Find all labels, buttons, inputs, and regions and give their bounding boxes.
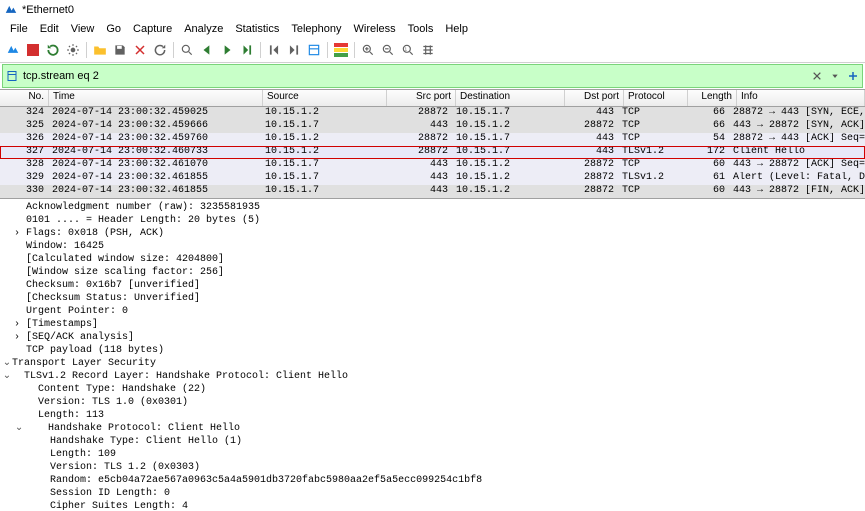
- go-forward-button[interactable]: [218, 41, 236, 59]
- caret-down-icon: ⌄: [14, 422, 24, 435]
- menu-view[interactable]: View: [65, 21, 101, 37]
- auto-scroll-button[interactable]: [305, 41, 323, 59]
- zoom-in-button[interactable]: [359, 41, 377, 59]
- zoom-reset-button[interactable]: 1: [399, 41, 417, 59]
- svg-text:1: 1: [405, 47, 408, 52]
- detail-random[interactable]: Random: e5cb04a72ae567a0963c5a4a5901db37…: [0, 474, 865, 487]
- colorize-button[interactable]: [332, 41, 350, 59]
- detail-len109[interactable]: Length: 109: [0, 448, 865, 461]
- go-to-packet-button[interactable]: [238, 41, 256, 59]
- resize-columns-button[interactable]: [419, 41, 437, 59]
- menubar: File Edit View Go Capture Analyze Statis…: [0, 20, 865, 38]
- menu-telephony[interactable]: Telephony: [285, 21, 347, 37]
- main-toolbar: 1: [0, 38, 865, 63]
- menu-wireless[interactable]: Wireless: [348, 21, 402, 37]
- capture-options-button[interactable]: [64, 41, 82, 59]
- detail-cslen[interactable]: Cipher Suites Length: 4: [0, 500, 865, 511]
- detail-urgent[interactable]: Urgent Pointer: 0: [0, 305, 865, 318]
- detail-hdr-len[interactable]: 0101 .... = Header Length: 20 bytes (5): [0, 214, 865, 227]
- detail-seqack[interactable]: › [SEQ/ACK analysis]: [0, 331, 865, 344]
- packet-list-body[interactable]: 3242024-07-14 23:00:32.45902510.15.1.228…: [0, 107, 865, 198]
- go-first-button[interactable]: [265, 41, 283, 59]
- packet-row[interactable]: 3252024-07-14 23:00:32.45966610.15.1.744…: [0, 120, 865, 133]
- detail-sid[interactable]: Session ID Length: 0: [0, 487, 865, 500]
- filter-dropdown-button[interactable]: [826, 72, 844, 80]
- column-time[interactable]: Time: [49, 90, 263, 106]
- menu-analyze[interactable]: Analyze: [178, 21, 229, 37]
- detail-checksum[interactable]: Checksum: 0x16b7 [unverified]: [0, 279, 865, 292]
- column-srcport[interactable]: Src port: [387, 90, 456, 106]
- packet-row[interactable]: 3302024-07-14 23:00:32.46185510.15.1.744…: [0, 185, 865, 198]
- column-protocol[interactable]: Protocol: [624, 90, 688, 106]
- display-filter-input[interactable]: [21, 70, 808, 82]
- reload-file-button[interactable]: [151, 41, 169, 59]
- menu-help[interactable]: Help: [439, 21, 474, 37]
- packet-row[interactable]: 3272024-07-14 23:00:32.46073310.15.1.228…: [0, 146, 865, 159]
- packet-details-pane[interactable]: Acknowledgment number (raw): 3235581935 …: [0, 198, 865, 511]
- clear-filter-button[interactable]: [808, 71, 826, 81]
- packet-list-header: No. Time Source Src port Destination Dst…: [0, 90, 865, 107]
- add-filter-button[interactable]: [844, 70, 862, 82]
- go-back-button[interactable]: [198, 41, 216, 59]
- detail-tls[interactable]: ⌄Transport Layer Security: [0, 357, 865, 370]
- menu-file[interactable]: File: [4, 21, 34, 37]
- column-dest[interactable]: Destination: [456, 90, 565, 106]
- detail-flags[interactable]: › Flags: 0x018 (PSH, ACK): [0, 227, 865, 240]
- detail-cksum-st[interactable]: [Checksum Status: Unverified]: [0, 292, 865, 305]
- detail-win-scale[interactable]: [Window size scaling factor: 256]: [0, 266, 865, 279]
- packet-row[interactable]: 3282024-07-14 23:00:32.46107010.15.1.744…: [0, 159, 865, 172]
- detail-len113[interactable]: Length: 113: [0, 409, 865, 422]
- display-filter-bar: [2, 64, 863, 88]
- menu-statistics[interactable]: Statistics: [229, 21, 285, 37]
- column-no[interactable]: No.: [0, 90, 49, 106]
- app-icon: [4, 3, 22, 17]
- detail-hproto[interactable]: ⌄ Handshake Protocol: Client Hello: [0, 422, 865, 435]
- window-title: *Ethernet0: [22, 4, 74, 16]
- window-titlebar: *Ethernet0: [0, 0, 865, 20]
- column-info[interactable]: Info: [737, 90, 865, 106]
- packet-list-pane: No. Time Source Src port Destination Dst…: [0, 89, 865, 198]
- detail-ctype[interactable]: Content Type: Handshake (22): [0, 383, 865, 396]
- detail-ver12[interactable]: Version: TLS 1.2 (0x0303): [0, 461, 865, 474]
- caret-down-icon: ⌄: [2, 357, 12, 370]
- caret-down-icon: ⌄: [2, 370, 12, 383]
- menu-tools[interactable]: Tools: [402, 21, 440, 37]
- zoom-out-button[interactable]: [379, 41, 397, 59]
- save-file-button[interactable]: [111, 41, 129, 59]
- detail-calc-win[interactable]: [Calculated window size: 4204800]: [0, 253, 865, 266]
- go-last-button[interactable]: [285, 41, 303, 59]
- find-packet-button[interactable]: [178, 41, 196, 59]
- detail-ack-raw[interactable]: Acknowledgment number (raw): 3235581935: [0, 201, 865, 214]
- detail-payload[interactable]: TCP payload (118 bytes): [0, 344, 865, 357]
- detail-record[interactable]: ⌄ TLSv1.2 Record Layer: Handshake Protoc…: [0, 370, 865, 383]
- column-source[interactable]: Source: [263, 90, 387, 106]
- detail-window[interactable]: Window: 16425: [0, 240, 865, 253]
- close-file-button[interactable]: [131, 41, 149, 59]
- start-capture-button[interactable]: [4, 41, 22, 59]
- menu-capture[interactable]: Capture: [127, 21, 178, 37]
- detail-htype[interactable]: Handshake Type: Client Hello (1): [0, 435, 865, 448]
- bookmark-filter-icon[interactable]: [3, 70, 21, 82]
- menu-edit[interactable]: Edit: [34, 21, 65, 37]
- column-length[interactable]: Length: [688, 90, 737, 106]
- open-file-button[interactable]: [91, 41, 109, 59]
- column-dstport[interactable]: Dst port: [565, 90, 624, 106]
- packet-row[interactable]: 3292024-07-14 23:00:32.46185510.15.1.744…: [0, 172, 865, 185]
- detail-ver10[interactable]: Version: TLS 1.0 (0x0301): [0, 396, 865, 409]
- packet-row[interactable]: 3262024-07-14 23:00:32.45976010.15.1.228…: [0, 133, 865, 146]
- detail-timestamps[interactable]: › [Timestamps]: [0, 318, 865, 331]
- restart-capture-button[interactable]: [44, 41, 62, 59]
- menu-go[interactable]: Go: [100, 21, 127, 37]
- stop-capture-button[interactable]: [24, 41, 42, 59]
- packet-row[interactable]: 3242024-07-14 23:00:32.45902510.15.1.228…: [0, 107, 865, 120]
